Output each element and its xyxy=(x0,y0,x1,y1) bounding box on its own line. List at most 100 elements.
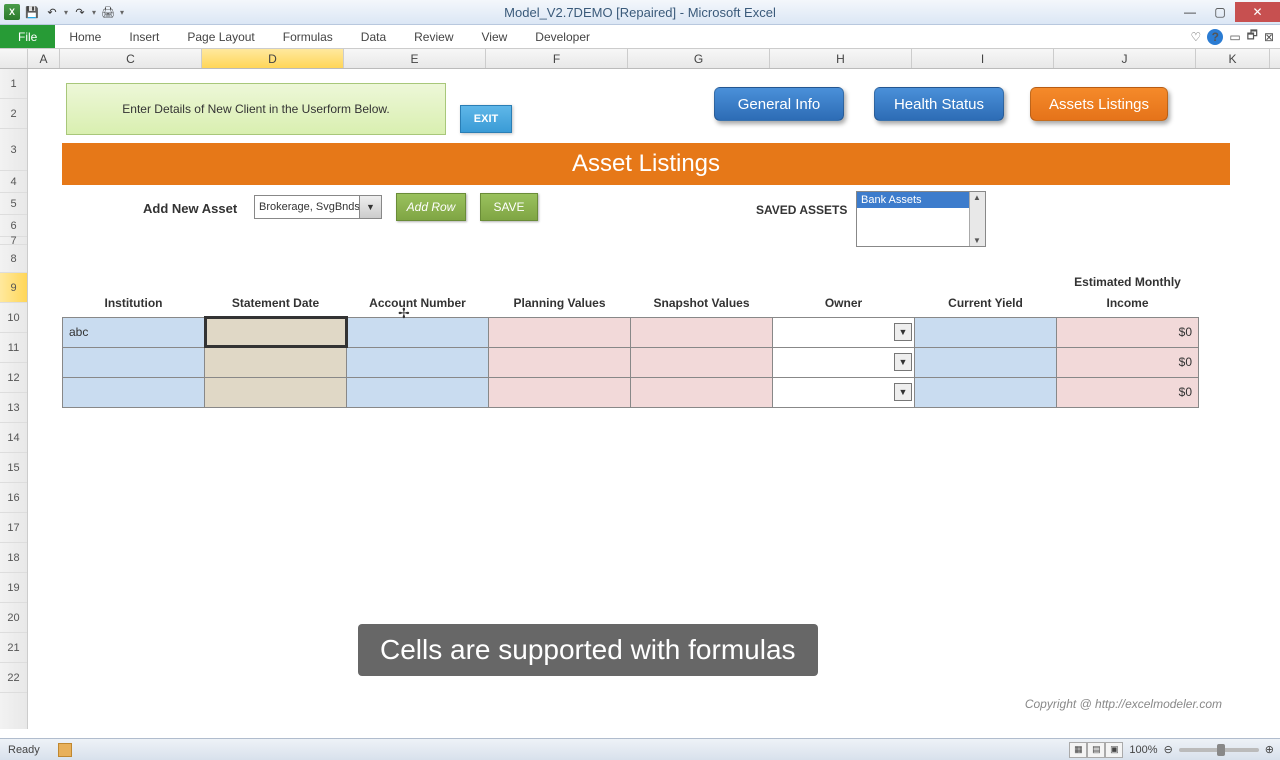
cell-snap[interactable] xyxy=(631,377,773,407)
redo-dropdown-icon[interactable]: ▾ xyxy=(92,8,96,17)
zoom-in-icon[interactable]: ⊕ xyxy=(1265,743,1274,756)
row-header-18[interactable]: 18 xyxy=(0,543,27,573)
cell-acct[interactable] xyxy=(347,317,489,347)
ribbon-expand-icon[interactable]: ♡ xyxy=(1191,30,1202,44)
row-header-22[interactable]: 22 xyxy=(0,663,27,693)
saved-asset-item[interactable]: Bank Assets xyxy=(857,192,985,208)
general-info-button[interactable]: General Info xyxy=(714,87,844,121)
page-break-view-icon[interactable]: ▣ xyxy=(1105,742,1123,758)
cell-inst[interactable] xyxy=(63,377,205,407)
tab-data[interactable]: Data xyxy=(347,25,400,48)
zoom-slider[interactable] xyxy=(1179,748,1259,752)
row-header-3[interactable]: 3 xyxy=(0,129,27,171)
minimize-button[interactable]: — xyxy=(1175,2,1205,22)
owner-dropdown-icon[interactable]: ▼ xyxy=(894,323,912,341)
macro-record-icon[interactable] xyxy=(58,743,72,757)
row-header-8[interactable]: 8 xyxy=(0,245,27,273)
cell-plan[interactable] xyxy=(489,317,631,347)
assets-listings-button[interactable]: Assets Listings xyxy=(1030,87,1168,121)
undo-icon[interactable]: ↶ xyxy=(44,4,60,20)
cell-inst[interactable]: abc xyxy=(63,317,205,347)
exit-button[interactable]: EXIT xyxy=(460,105,512,133)
row-header-4[interactable]: 4 xyxy=(0,171,27,193)
row-header-7[interactable]: 7 xyxy=(0,237,27,245)
page-layout-view-icon[interactable]: ▤ xyxy=(1087,742,1105,758)
redo-icon[interactable]: ↷ xyxy=(72,4,88,20)
close-button[interactable]: ✕ xyxy=(1235,2,1280,22)
column-header-I[interactable]: I xyxy=(912,49,1054,68)
tab-insert[interactable]: Insert xyxy=(115,25,173,48)
undo-dropdown-icon[interactable]: ▾ xyxy=(64,8,68,17)
tab-formulas[interactable]: Formulas xyxy=(269,25,347,48)
column-header-D[interactable]: D xyxy=(202,49,344,68)
ribbon-minimize-icon[interactable]: ▭ xyxy=(1229,30,1240,44)
row-header-16[interactable]: 16 xyxy=(0,483,27,513)
tab-page-layout[interactable]: Page Layout xyxy=(173,25,268,48)
listbox-scrollbar[interactable] xyxy=(969,192,985,246)
row-header-20[interactable]: 20 xyxy=(0,603,27,633)
cell-stmt[interactable] xyxy=(205,347,347,377)
row-header-21[interactable]: 21 xyxy=(0,633,27,663)
add-row-button[interactable]: Add Row xyxy=(396,193,466,221)
save-button[interactable]: SAVE xyxy=(480,193,538,221)
cell-yield[interactable] xyxy=(915,377,1057,407)
column-header-C[interactable]: C xyxy=(60,49,202,68)
normal-view-icon[interactable]: ▦ xyxy=(1069,742,1087,758)
column-header-J[interactable]: J xyxy=(1054,49,1196,68)
cell-snap[interactable] xyxy=(631,347,773,377)
ribbon-close-icon[interactable]: ⊠ xyxy=(1264,30,1274,44)
select-all-corner[interactable] xyxy=(0,49,28,68)
cell-inst[interactable] xyxy=(63,347,205,377)
help-icon[interactable]: ? xyxy=(1207,29,1223,45)
column-header-A[interactable]: A xyxy=(28,49,60,68)
column-header-E[interactable]: E xyxy=(344,49,486,68)
ribbon-restore-icon[interactable]: 🗗 xyxy=(1247,26,1258,47)
excel-icon[interactable]: X xyxy=(4,4,20,20)
tab-review[interactable]: Review xyxy=(400,25,467,48)
cell-snap[interactable] xyxy=(631,317,773,347)
column-header-F[interactable]: F xyxy=(486,49,628,68)
cell-plan[interactable] xyxy=(489,347,631,377)
cell-income[interactable]: $0 xyxy=(1057,347,1199,377)
row-header-11[interactable]: 11 xyxy=(0,333,27,363)
row-header-9[interactable]: 9 xyxy=(0,273,27,303)
cell-yield[interactable] xyxy=(915,317,1057,347)
cell-owner[interactable]: ▼ xyxy=(773,317,915,347)
row-header-13[interactable]: 13 xyxy=(0,393,27,423)
cell-income[interactable]: $0 xyxy=(1057,317,1199,347)
column-header-K[interactable]: K xyxy=(1196,49,1270,68)
row-header-17[interactable]: 17 xyxy=(0,513,27,543)
row-header-1[interactable]: 1 xyxy=(0,69,27,99)
row-header-15[interactable]: 15 xyxy=(0,453,27,483)
column-header-G[interactable]: G xyxy=(628,49,770,68)
row-header-2[interactable]: 2 xyxy=(0,99,27,129)
qat-customize-icon[interactable]: ▾ xyxy=(120,8,124,17)
asset-type-dropdown[interactable]: Brokerage, SvgBnds ▼ xyxy=(254,195,382,219)
cell-owner[interactable]: ▼ xyxy=(773,377,915,407)
health-status-button[interactable]: Health Status xyxy=(874,87,1004,121)
row-header-19[interactable]: 19 xyxy=(0,573,27,603)
zoom-level[interactable]: 100% xyxy=(1129,744,1157,756)
dropdown-caret-icon[interactable]: ▼ xyxy=(359,196,381,218)
cell-acct[interactable] xyxy=(347,377,489,407)
row-header-5[interactable]: 5 xyxy=(0,193,27,215)
cell-plan[interactable] xyxy=(489,377,631,407)
cells-area[interactable]: Enter Details of New Client in the Userf… xyxy=(28,69,1280,729)
saved-assets-listbox[interactable]: Bank Assets xyxy=(856,191,986,247)
owner-dropdown-icon[interactable]: ▼ xyxy=(894,353,912,371)
tab-file[interactable]: File xyxy=(0,25,55,48)
row-header-10[interactable]: 10 xyxy=(0,303,27,333)
cell-yield[interactable] xyxy=(915,347,1057,377)
maximize-button[interactable]: ▢ xyxy=(1205,2,1235,22)
cell-acct[interactable] xyxy=(347,347,489,377)
cell-income[interactable]: $0 xyxy=(1057,377,1199,407)
tab-view[interactable]: View xyxy=(468,25,522,48)
owner-dropdown-icon[interactable]: ▼ xyxy=(894,383,912,401)
cell-owner[interactable]: ▼ xyxy=(773,347,915,377)
column-header-H[interactable]: H xyxy=(770,49,912,68)
tab-developer[interactable]: Developer xyxy=(521,25,604,48)
save-icon[interactable]: 💾 xyxy=(24,4,40,20)
cell-stmt[interactable] xyxy=(205,377,347,407)
row-header-14[interactable]: 14 xyxy=(0,423,27,453)
cell-stmt[interactable] xyxy=(205,317,347,347)
